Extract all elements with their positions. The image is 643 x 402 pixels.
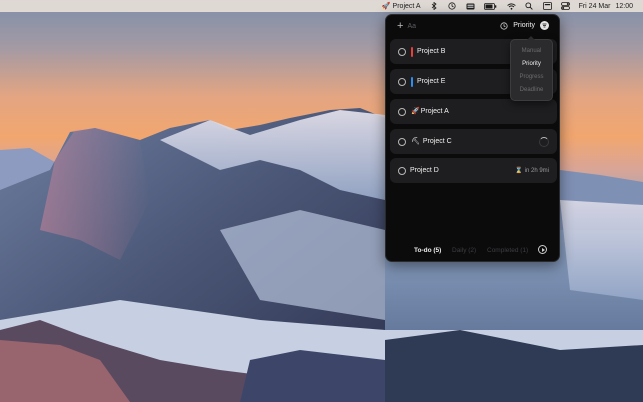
task-row[interactable]: Project D ⌛ in 2h 9mi	[390, 158, 557, 183]
tasks-popover: + Aa Priority Project B Project E 🚀 Proj…	[385, 14, 560, 262]
spotlight-search-icon[interactable]	[525, 2, 534, 11]
sort-button[interactable]: Priority	[500, 21, 549, 30]
sort-option-progress[interactable]: Progress	[511, 71, 552, 84]
time-machine-icon[interactable]	[448, 2, 457, 11]
sort-option-priority[interactable]: Priority	[511, 58, 552, 71]
keyboard-icon[interactable]	[466, 2, 475, 11]
rocket-icon: 🚀	[381, 3, 391, 10]
task-checkbox[interactable]	[398, 47, 406, 56]
task-title: Project A	[420, 108, 449, 115]
screen-display-icon[interactable]	[542, 2, 552, 11]
task-checkbox[interactable]	[398, 137, 406, 146]
battery-icon[interactable]	[484, 2, 498, 11]
task-row[interactable]: 🚀 Project A	[390, 99, 557, 124]
bluetooth-icon[interactable]	[430, 2, 439, 11]
deadline-text: in 2h 9mi	[524, 167, 549, 174]
rocket-icon: 🚀	[411, 108, 420, 115]
plus-icon: +	[397, 20, 404, 32]
sort-options-icon[interactable]	[540, 21, 549, 30]
sort-dropdown-menu: Manual Priority Progress Deadline	[510, 36, 553, 101]
priority-color-bar	[411, 76, 413, 87]
tab-todo[interactable]: To-do (5)	[414, 247, 441, 254]
task-title: Project E	[417, 78, 446, 85]
play-icon[interactable]	[538, 245, 547, 254]
tab-daily[interactable]: Daily (2)	[452, 247, 476, 254]
pickaxe-icon: ⛏	[411, 138, 420, 145]
progress-spinner-icon	[539, 136, 549, 147]
task-title: Project C	[422, 138, 452, 145]
bottom-tabs: To-do (5) Daily (2) Completed (1)	[386, 239, 559, 261]
wifi-icon[interactable]	[506, 2, 516, 11]
sort-option-manual[interactable]: Manual	[511, 45, 552, 58]
deadline-meta: ⌛ in 2h 9mi	[515, 167, 549, 175]
add-task-button[interactable]: + Aa	[397, 21, 416, 32]
sort-option-deadline[interactable]: Deadline	[511, 84, 552, 97]
sort-label: Priority	[513, 22, 535, 29]
menubar-time: 12:00	[615, 2, 633, 10]
hourglass-icon: ⌛	[515, 168, 523, 174]
clock-icon	[500, 21, 508, 30]
menu-bar: 🚀 Project A Fri 24 Mar 12:00	[0, 0, 643, 12]
task-title: Project D	[410, 167, 439, 174]
menubar-app-item[interactable]: 🚀 Project A	[381, 2, 421, 11]
task-checkbox[interactable]	[398, 77, 406, 86]
menubar-clock[interactable]: Fri 24 Mar 12:00	[579, 3, 633, 10]
tab-completed[interactable]: Completed (1)	[487, 247, 528, 254]
menubar-date: Fri 24 Mar	[578, 2, 611, 10]
task-row[interactable]: ⛏ Project C	[390, 129, 557, 154]
task-checkbox[interactable]	[398, 107, 406, 116]
control-center-icon[interactable]	[560, 2, 570, 11]
menubar-app-label: Project A	[392, 2, 421, 10]
priority-color-bar	[411, 46, 413, 57]
add-task-input[interactable]: Aa	[407, 23, 416, 30]
task-checkbox[interactable]	[398, 166, 406, 175]
task-title: Project B	[417, 48, 446, 55]
